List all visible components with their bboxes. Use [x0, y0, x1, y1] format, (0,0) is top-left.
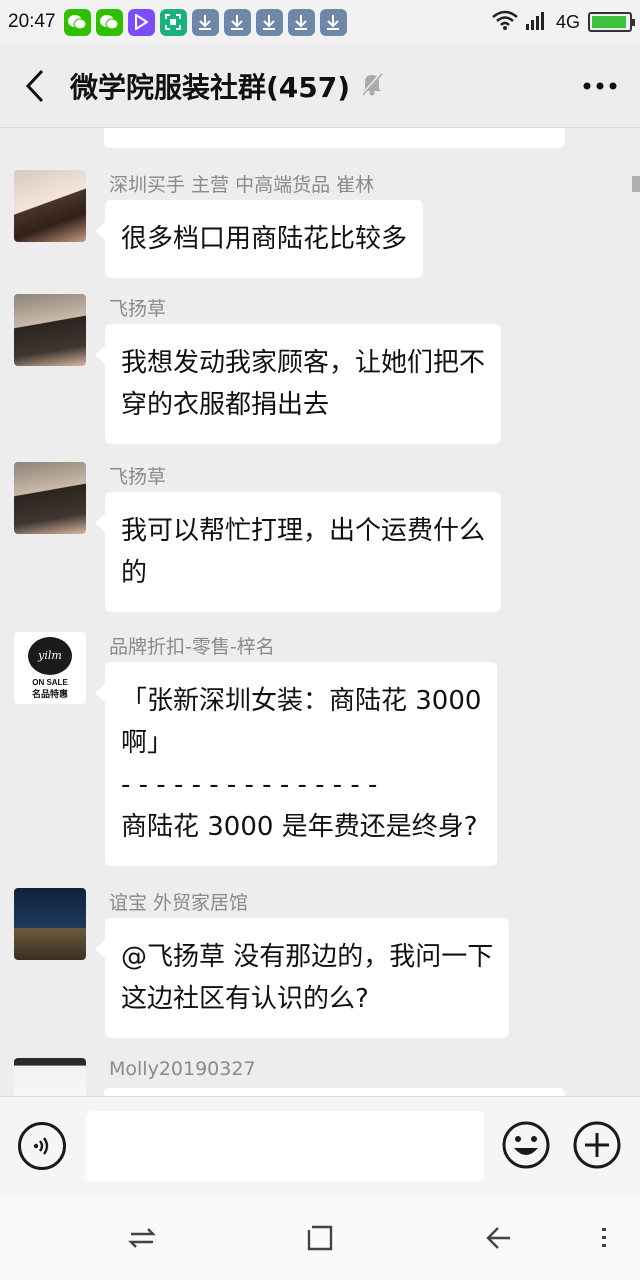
voice-button[interactable] [18, 1122, 66, 1170]
mute-bell-icon [360, 71, 384, 101]
chat-area[interactable]: 深圳买手 主营 中高端货品 崔林 很多档口用商陆花比较多 飞扬草 我想发动我家顾… [0, 128, 640, 1096]
more-dots-icon [583, 82, 617, 89]
download-icon [319, 8, 347, 36]
message-text: 这边社区有认识的么? [121, 984, 369, 1014]
message-bubble[interactable]: @飞扬草 没有那边的，我问一下 这边社区有认识的么? [94, 918, 510, 1038]
home-square-icon [307, 1225, 333, 1251]
emoji-button[interactable] [501, 1120, 551, 1170]
message-text: 我可以帮忙打理，出个运费什么 [121, 516, 486, 546]
chevron-left-icon [25, 69, 44, 102]
quote-text: 「张新深圳女装：商陆花 3000 [121, 686, 482, 716]
system-nav-bar [0, 1196, 640, 1280]
message-bubble[interactable]: 很多档口用商陆花比较多 [94, 200, 424, 278]
avatar[interactable] [14, 170, 86, 242]
wechat-icon [63, 8, 91, 36]
avatar[interactable] [14, 888, 86, 960]
download-icon [287, 8, 315, 36]
avatar[interactable] [14, 294, 86, 366]
message-input[interactable] [86, 1111, 484, 1181]
scrollbar-thumb[interactable] [632, 176, 640, 192]
quote-text: 啊」 [121, 728, 174, 758]
message-text: 穿的衣服都捐出去 [121, 390, 330, 420]
avatar[interactable] [14, 1058, 86, 1096]
message-text: 很多档口用商陆花比较多 [121, 224, 408, 254]
video-icon [127, 8, 155, 36]
message-bubble[interactable]: 我想发动我家顾客，让她们把不 穿的衣服都捐出去 [94, 324, 502, 444]
sender-name: 飞扬草 [109, 298, 167, 320]
network-label: 4G [555, 11, 580, 32]
partial-message-bubble [104, 1088, 565, 1096]
avatar[interactable] [14, 462, 86, 534]
message-text: 我想发动我家顾客，让她们把不 [121, 348, 486, 378]
avatar[interactable]: yilm ON SALE 名品特惠 [14, 632, 86, 704]
input-bar [0, 1096, 640, 1196]
plus-circle-icon [573, 1121, 621, 1169]
download-icon [191, 8, 219, 36]
message-bubble[interactable]: 我可以帮忙打理，出个运费什么 的 [94, 492, 502, 612]
quote-divider: - - - - - - - - - - - - - - - [121, 770, 378, 800]
status-right: 4G [492, 10, 635, 34]
status-time: 20:47 [8, 11, 56, 32]
battery-icon [588, 12, 635, 32]
home-button[interactable] [302, 1220, 338, 1256]
switch-arrows-icon [128, 1228, 156, 1248]
download-icon [223, 8, 251, 36]
menu-button[interactable] [586, 1220, 622, 1256]
status-bar: 20:47 4G [0, 0, 640, 44]
back-arrow-icon [486, 1227, 510, 1249]
brand-logo-mark: yilm [28, 636, 72, 675]
sender-name: 品牌折扣-零售-梓名 [109, 636, 275, 658]
add-button[interactable] [572, 1120, 622, 1170]
recent-apps-button[interactable] [124, 1220, 160, 1256]
back-nav-button[interactable] [480, 1220, 516, 1256]
smiley-icon [502, 1121, 550, 1169]
brand-logo-sub: 名品特惠 [31, 689, 68, 700]
message-text: 的 [121, 558, 148, 588]
back-button[interactable] [0, 44, 70, 128]
more-button[interactable] [560, 44, 640, 128]
menu-lines-icon [602, 1228, 606, 1247]
message-bubble[interactable]: 「张新深圳女装：商陆花 3000 啊」 - - - - - - - - - - … [94, 662, 498, 866]
message-text: @飞扬草 没有那边的，我问一下 [121, 942, 494, 972]
sender-name: 深圳买手 主营 中高端货品 崔林 [109, 174, 375, 196]
brand-logo-label: ON SALE [32, 677, 68, 687]
wifi-icon [492, 10, 518, 34]
chat-title[interactable]: 微学院服装社群(457) [70, 66, 350, 106]
sender-name: 谊宝 外贸家居馆 [109, 892, 249, 914]
sender-name: 飞扬草 [109, 466, 167, 488]
download-icon [255, 8, 283, 36]
voice-icon [33, 1137, 49, 1155]
wechat-icon [95, 8, 123, 36]
scan-icon [159, 8, 187, 36]
partial-message-bubble [104, 128, 565, 148]
sender-name: Molly20190327 [109, 1058, 256, 1080]
battery-fill [592, 16, 627, 28]
message-text: 商陆花 3000 是年费还是终身? [121, 812, 478, 842]
signal-icon [525, 10, 548, 34]
title-bar: 微学院服装社群(457) [0, 44, 640, 128]
